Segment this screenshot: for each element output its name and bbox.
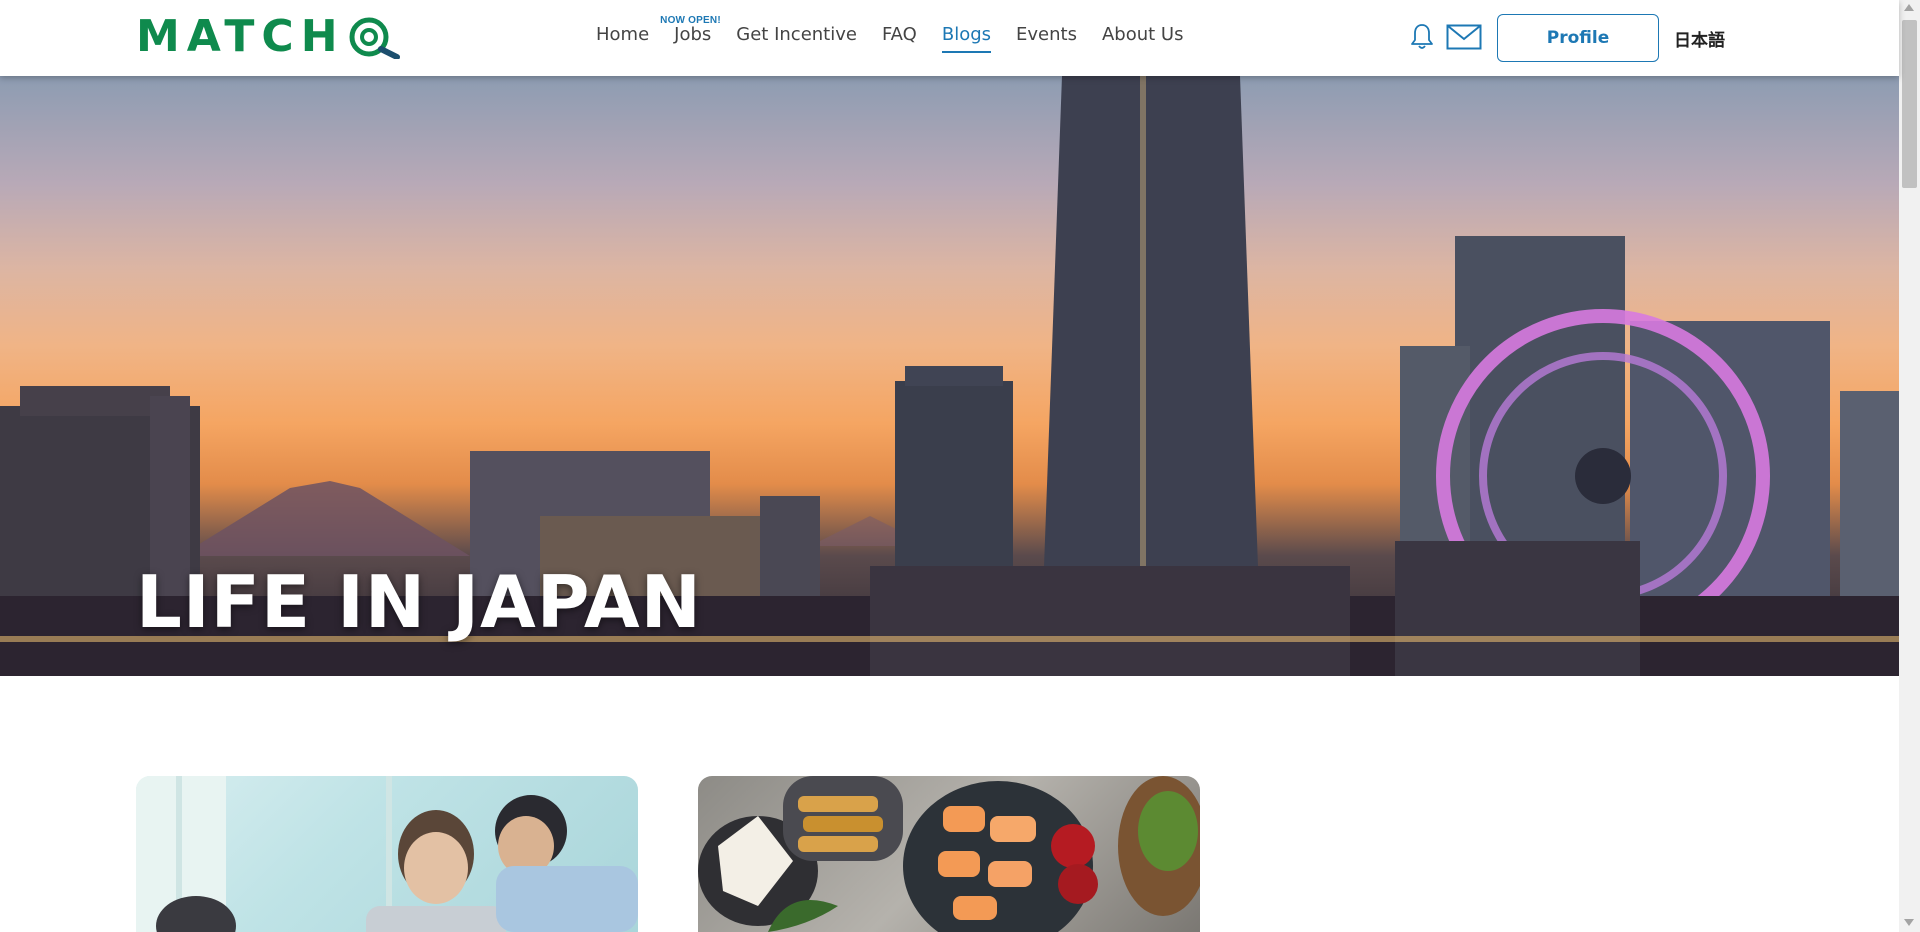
- site-header: MATCH Home NOW OPEN! Jobs Get Incentive …: [0, 0, 1899, 76]
- magnifier-at-logo-icon: [349, 17, 400, 59]
- office-people-image: [136, 776, 638, 932]
- scroll-down-arrow-icon[interactable]: [1904, 919, 1914, 926]
- language-switch[interactable]: 日本語: [1674, 26, 1725, 51]
- nav-home[interactable]: Home: [596, 24, 649, 53]
- scroll-up-arrow-icon[interactable]: [1904, 4, 1914, 11]
- hero-title: LIFE IN JAPAN: [136, 560, 702, 644]
- main-nav: Home NOW OPEN! Jobs Get Incentive FAQ Bl…: [596, 15, 1208, 53]
- blog-card[interactable]: [136, 776, 638, 932]
- nav-faq[interactable]: FAQ: [882, 24, 917, 53]
- bell-icon: [1411, 24, 1433, 49]
- brand-logo[interactable]: MATCH: [136, 11, 401, 62]
- envelope-icon: [1446, 24, 1482, 50]
- now-open-badge: NOW OPEN!: [660, 15, 721, 26]
- messages-button[interactable]: [1446, 20, 1482, 54]
- blog-card[interactable]: [698, 776, 1200, 932]
- scrollbar-thumb[interactable]: [1902, 20, 1917, 188]
- nav-get-incentive[interactable]: Get Incentive: [736, 24, 857, 53]
- nav-about-us[interactable]: About Us: [1102, 24, 1184, 53]
- nav-jobs[interactable]: NOW OPEN! Jobs: [660, 15, 720, 53]
- nav-events[interactable]: Events: [1016, 24, 1077, 53]
- notifications-button[interactable]: [1404, 20, 1440, 54]
- logo-wordmark: MATCH: [136, 11, 345, 62]
- japanese-food-image: [698, 776, 1200, 932]
- nav-blogs[interactable]: Blogs: [941, 24, 992, 53]
- hero-banner: LIFE IN JAPAN: [0, 76, 1899, 676]
- profile-button[interactable]: Profile: [1497, 14, 1659, 62]
